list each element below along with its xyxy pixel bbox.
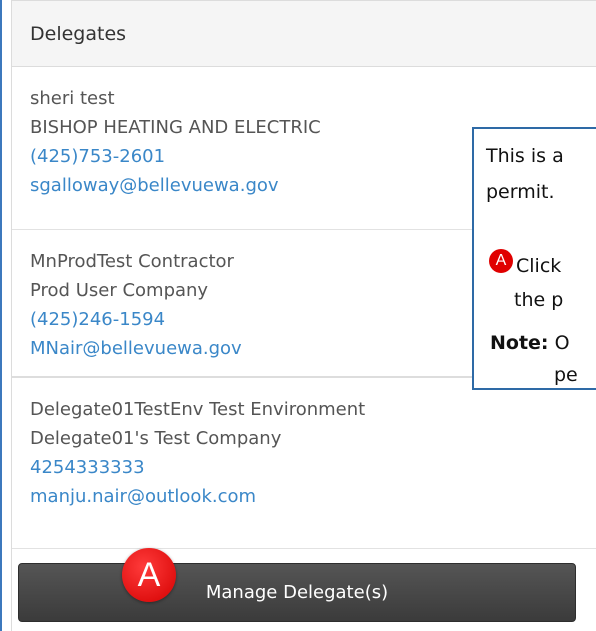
delegate-email-link[interactable]: manju.nair@outlook.com <box>30 482 596 511</box>
delegate-name: Delegate01TestEnv Test Environment <box>30 399 366 420</box>
callout-note-label: Note: <box>490 332 549 354</box>
callout-line: permit. <box>486 181 555 203</box>
manage-delegates-button[interactable]: Manage Delegate(s) <box>18 563 576 622</box>
callout-line: the p <box>514 289 564 311</box>
callout-note: Note: O <box>490 332 570 354</box>
callout-line: Click <box>516 255 562 277</box>
delegate-item: Delegate01TestEnv Test Environment Deleg… <box>12 378 596 549</box>
manage-delegates-label: Manage Delegate(s) <box>205 582 389 603</box>
callout-line: pe <box>554 364 578 386</box>
callout-line: This is a <box>486 145 564 167</box>
help-callout: This is a permit. A Click the p Note: O … <box>472 127 596 390</box>
delegate-company: Delegate01's Test Company <box>30 428 282 449</box>
annotation-badge-a: A <box>122 548 176 602</box>
callout-badge-letter: A <box>495 252 507 269</box>
callout-badge-a: A <box>489 249 513 273</box>
callout-note-text: O <box>554 332 570 354</box>
panel-header: Delegates <box>12 1 596 67</box>
annotation-badge-letter: A <box>137 555 161 594</box>
delegate-phone-link[interactable]: 4254333333 <box>30 453 596 482</box>
panel-title: Delegates <box>30 22 127 45</box>
delegate-name: sheri test <box>30 88 115 109</box>
